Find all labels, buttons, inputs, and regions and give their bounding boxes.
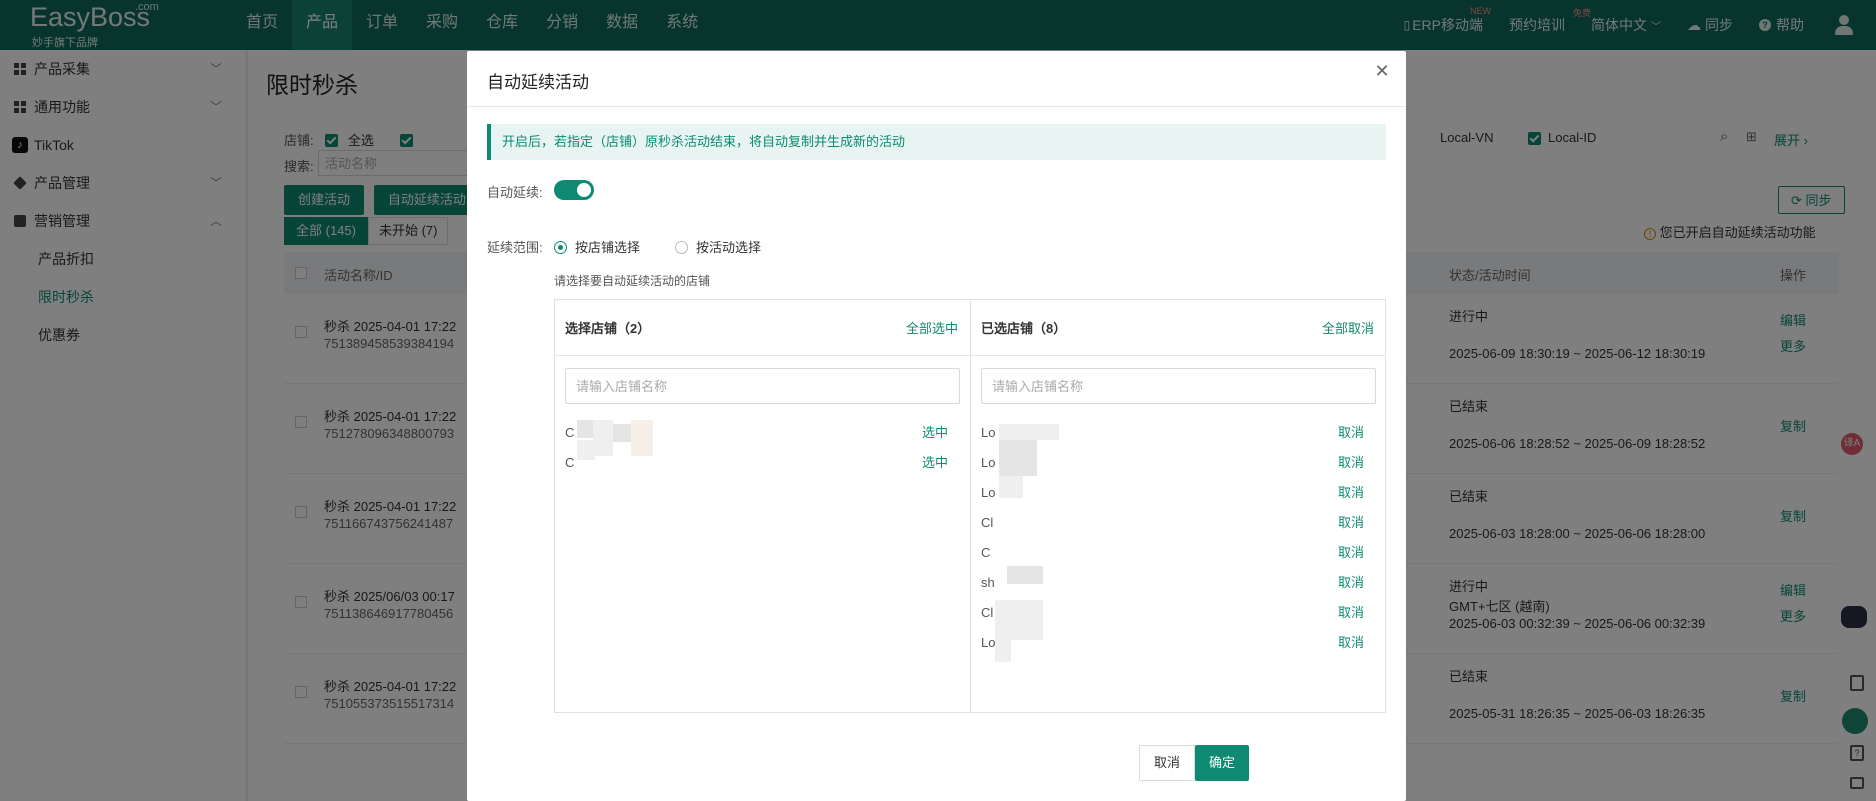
scope-by-activity-radio[interactable]: 按活动选择 — [675, 237, 761, 256]
confirm-button[interactable]: 确定 — [1195, 745, 1250, 781]
store-name: Cl — [981, 605, 994, 620]
store-hint: 请选择要自动延续活动的店铺 — [554, 274, 711, 288]
panel-header: 选择店铺（2） 全部选中 — [555, 300, 970, 356]
available-store-search-input[interactable] — [565, 368, 960, 404]
blurred-region — [995, 640, 1011, 662]
select-store-button[interactable]: 选中 — [922, 448, 948, 478]
store-item: C 选中 — [565, 448, 960, 478]
store-name: Lo — [981, 485, 996, 500]
deselect-all-stores-button[interactable]: 全部取消 — [1322, 318, 1374, 337]
remove-store-button[interactable]: 取消 — [1338, 538, 1364, 568]
select-store-button[interactable]: 选中 — [922, 418, 948, 448]
remove-store-button[interactable]: 取消 — [1338, 598, 1364, 628]
blurred-region — [631, 420, 653, 456]
cancel-button[interactable]: 取消 — [1139, 745, 1196, 781]
blurred-region — [577, 440, 595, 460]
store-name: C — [565, 425, 575, 440]
store-name: C — [565, 455, 575, 470]
blurred-region — [999, 440, 1037, 476]
scope-by-store-radio[interactable]: 按店铺选择 — [554, 237, 640, 256]
blurred-region — [1007, 566, 1043, 584]
store-name: Lo — [981, 635, 996, 650]
store-item: Lo 取消 — [981, 448, 1376, 478]
available-stores-title: 选择店铺（2） — [565, 321, 651, 336]
blurred-region — [999, 424, 1059, 440]
close-icon[interactable]: ✕ — [1372, 61, 1392, 81]
blurred-region — [995, 600, 1043, 640]
radio-unselected-icon — [675, 241, 688, 254]
select-all-stores-button[interactable]: 全部选中 — [906, 318, 958, 337]
store-name: sh — [981, 575, 995, 590]
scope-option-activity: 按活动选择 — [696, 240, 762, 255]
remove-store-button[interactable]: 取消 — [1338, 418, 1364, 448]
store-transfer: 选择店铺（2） 全部选中 C 选中 C 选中 已选店铺（8） 全部取消 Lo 取消 Lo 取… — [554, 299, 1386, 713]
remove-store-button[interactable]: 取消 — [1338, 508, 1364, 538]
store-item: Cl 取消 — [981, 508, 1376, 538]
selected-stores-title: 已选店铺（8） — [981, 321, 1067, 336]
scope-option-store: 按店铺选择 — [575, 240, 641, 255]
selected-stores-panel: 已选店铺（8） 全部取消 Lo 取消 Lo 取消 Lo 取消 Cl 取消 C 取消 sh 取消 Cl 取消… — [971, 300, 1386, 712]
dialog-title: 自动延续活动 — [487, 73, 589, 92]
blurred-region — [613, 424, 631, 442]
remove-store-button[interactable]: 取消 — [1338, 628, 1364, 658]
store-name: Lo — [981, 455, 996, 470]
dialog-divider — [467, 106, 1406, 107]
blurred-region — [577, 420, 593, 438]
remove-store-button[interactable]: 取消 — [1338, 478, 1364, 508]
scope-label: 延续范围: — [487, 240, 543, 255]
store-item: Lo 取消 — [981, 478, 1376, 508]
remove-store-button[interactable]: 取消 — [1338, 568, 1364, 598]
selected-store-search-input[interactable] — [981, 368, 1376, 404]
panel-header: 已选店铺（8） 全部取消 — [971, 300, 1386, 356]
store-name: Lo — [981, 425, 996, 440]
blurred-region — [999, 476, 1023, 498]
remove-store-button[interactable]: 取消 — [1338, 448, 1364, 478]
store-name: C — [981, 545, 991, 560]
blurred-region — [593, 420, 613, 456]
auto-extend-label: 自动延续: — [487, 185, 543, 200]
dialog-notice: 开启后，若指定（店铺）原秒杀活动结束，将自动复制并生成新的活动 — [487, 124, 1386, 160]
store-name: Cl — [981, 515, 994, 530]
available-stores-panel: 选择店铺（2） 全部选中 C 选中 C 选中 — [555, 300, 971, 712]
store-item: C 取消 — [981, 538, 1376, 568]
radio-selected-icon — [554, 241, 567, 254]
auto-extend-dialog: 自动延续活动 ✕ 开启后，若指定（店铺）原秒杀活动结束，将自动复制并生成新的活动… — [467, 51, 1406, 801]
auto-extend-toggle[interactable] — [554, 180, 594, 200]
